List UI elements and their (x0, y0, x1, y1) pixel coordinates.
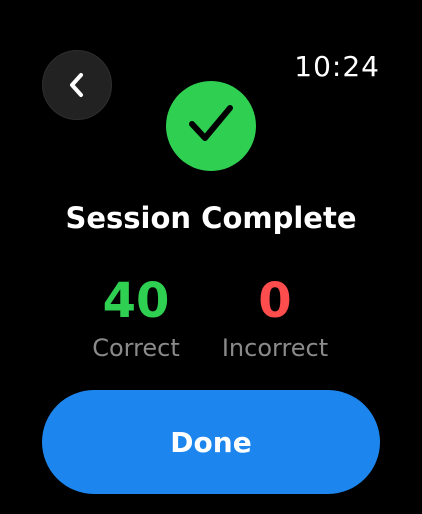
done-button[interactable]: Done (42, 390, 380, 494)
correct-stat: 40 Correct (76, 272, 196, 364)
incorrect-count: 0 (258, 273, 292, 329)
checkmark-icon (186, 102, 236, 150)
incorrect-stat: 0 Incorrect (205, 272, 345, 364)
back-button[interactable] (42, 50, 112, 120)
status-time: 10:24 (294, 50, 380, 83)
incorrect-label: Incorrect (221, 334, 329, 362)
chevron-left-icon (66, 70, 88, 100)
success-badge (166, 81, 256, 171)
correct-count: 40 (102, 273, 170, 329)
correct-label: Correct (92, 334, 180, 362)
session-title: Session Complete (65, 201, 357, 235)
